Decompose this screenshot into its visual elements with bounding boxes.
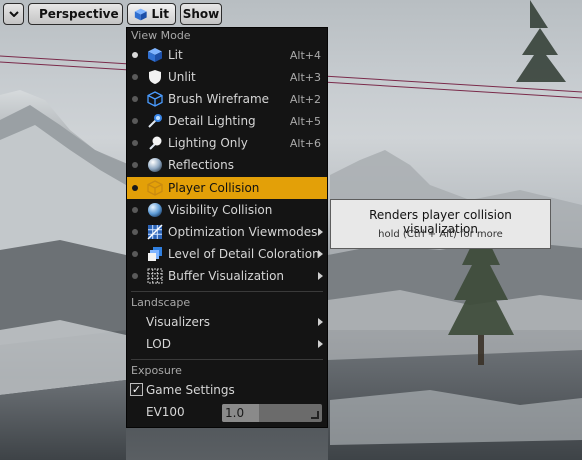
menu-item-optimization-viewmodes[interactable]: Optimization Viewmodes <box>127 221 327 243</box>
menu-item-brush-wireframe[interactable]: Brush Wireframe Alt+2 <box>127 88 327 110</box>
menu-item-label: Player Collision <box>168 181 260 195</box>
menu-item-label: Unlit <box>168 70 196 84</box>
unlit-shield-icon <box>149 70 161 84</box>
submenu-arrow-icon <box>318 228 323 236</box>
radio-dot <box>132 140 138 146</box>
show-button[interactable]: Show <box>180 3 222 25</box>
wireframe-cube-icon <box>147 91 163 107</box>
ev100-slider-field[interactable]: 1.0 <box>222 404 322 422</box>
tooltip-hint: hold (Ctrl + Alt) for more <box>378 229 503 240</box>
menu-item-shortcut: Alt+2 <box>289 93 321 106</box>
menu-item-lod[interactable]: LOD <box>127 333 327 355</box>
submenu-arrow-icon <box>318 340 323 348</box>
landscape-header: Landscape <box>131 296 191 309</box>
radio-dot <box>132 162 138 168</box>
menu-item-label: Level of Detail Coloration <box>168 247 320 261</box>
lit-cube-icon <box>148 48 162 62</box>
chevron-down-icon <box>8 11 19 17</box>
radio-dot <box>132 74 138 80</box>
player-collision-icon <box>147 180 163 196</box>
resize-grip-icon <box>311 411 319 419</box>
radio-dot <box>132 229 138 235</box>
menu-item-label: Visualizers <box>146 315 211 329</box>
menu-item-shortcut: Alt+5 <box>289 115 321 128</box>
menu-item-label: Game Settings <box>146 383 235 397</box>
menu-item-lod-coloration[interactable]: Level of Detail Coloration <box>127 243 327 265</box>
menu-item-label: Detail Lighting <box>168 114 256 128</box>
view-mode-menu: View Mode Lit Alt+4 Unlit Alt+3 Brush Wi… <box>126 27 328 428</box>
lighting-only-icon <box>149 136 162 150</box>
detail-lighting-icon <box>148 114 162 128</box>
menu-item-lit[interactable]: Lit Alt+4 <box>127 44 327 66</box>
menu-item-shortcut: Alt+6 <box>289 137 321 150</box>
game-settings-checkbox[interactable]: ✓ <box>130 383 143 396</box>
radio-dot <box>132 118 138 124</box>
menu-item-label: Visibility Collision <box>168 203 273 217</box>
menu-item-player-collision[interactable]: Player Collision <box>127 177 327 199</box>
submenu-arrow-icon <box>318 318 323 326</box>
menu-divider <box>131 291 323 292</box>
menu-item-label: Buffer Visualization <box>168 269 285 283</box>
menu-item-visibility-collision[interactable]: Visibility Collision <box>127 199 327 221</box>
show-label: Show <box>182 7 220 21</box>
buffer-grid-icon <box>147 268 163 284</box>
viewport-options-dropdown[interactable] <box>3 3 24 25</box>
lit-cube-icon <box>134 8 147 20</box>
menu-item-shortcut: Alt+4 <box>289 49 321 62</box>
view-mode-button[interactable]: Lit <box>127 3 176 25</box>
menu-item-game-settings[interactable]: ✓ Game Settings <box>127 379 327 401</box>
perspective-label: Perspective <box>39 7 119 21</box>
submenu-arrow-icon <box>318 250 323 258</box>
submenu-arrow-icon <box>318 272 323 280</box>
radio-dot <box>132 207 138 213</box>
reflection-sphere-icon <box>148 158 162 172</box>
selected-radio-dot <box>132 52 138 58</box>
radio-dot <box>132 96 138 102</box>
menu-item-label: Optimization Viewmodes <box>168 225 318 239</box>
menu-item-reflections[interactable]: Reflections <box>127 154 327 176</box>
menu-divider <box>131 359 323 360</box>
menu-item-buffer-visualization[interactable]: Buffer Visualization <box>127 265 327 287</box>
menu-item-label: Brush Wireframe <box>168 92 270 106</box>
menu-item-shortcut: Alt+3 <box>289 71 321 84</box>
tooltip: Renders player collision visualization h… <box>330 199 551 249</box>
menu-item-label: LOD <box>146 337 171 351</box>
menu-item-unlit[interactable]: Unlit Alt+3 <box>127 66 327 88</box>
perspective-button[interactable]: Perspective <box>28 3 123 25</box>
radio-dot <box>132 273 138 279</box>
ev100-label: EV100 <box>146 405 185 419</box>
menu-item-label: Lighting Only <box>168 136 248 150</box>
radio-dot <box>132 251 138 257</box>
lod-coloration-icon <box>148 247 162 261</box>
view-mode-label: Lit <box>151 7 170 21</box>
view-mode-header: View Mode <box>131 29 191 42</box>
menu-item-ev100: EV100 1.0 <box>127 401 327 423</box>
menu-item-detail-lighting[interactable]: Detail Lighting Alt+5 <box>127 110 327 132</box>
radio-dot <box>132 185 138 191</box>
menu-item-lighting-only[interactable]: Lighting Only Alt+6 <box>127 132 327 154</box>
visibility-collision-icon <box>148 203 162 217</box>
optimization-grid-icon <box>147 224 163 240</box>
ev100-value: 1.0 <box>225 406 245 420</box>
menu-item-label: Reflections <box>168 158 234 172</box>
exposure-header: Exposure <box>131 364 182 377</box>
menu-item-visualizers[interactable]: Visualizers <box>127 311 327 333</box>
menu-item-label: Lit <box>168 48 183 62</box>
